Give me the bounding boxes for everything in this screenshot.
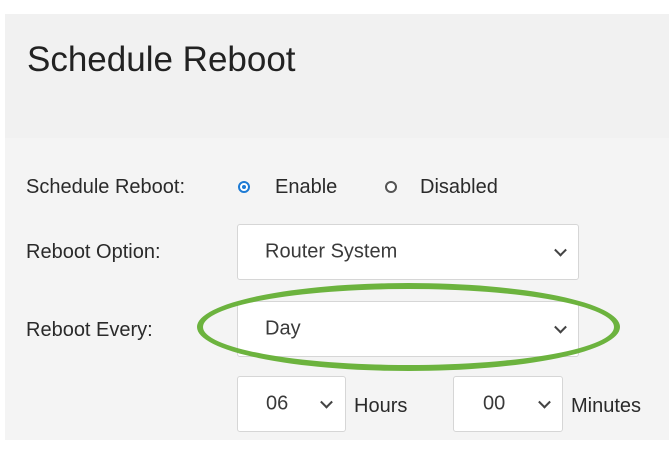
disabled-radio-label: Disabled <box>420 176 498 198</box>
hours-label: Hours <box>354 395 408 417</box>
schedule-reboot-form: Schedule Reboot: Enable Disabled Reboot … <box>5 138 669 440</box>
minutes-value: 00 <box>483 392 506 415</box>
minutes-label: Minutes <box>571 395 642 417</box>
reboot-option-label: Reboot Option: <box>26 241 161 263</box>
chevron-down-icon <box>320 395 333 409</box>
chevron-down-icon <box>554 243 567 257</box>
schedule-reboot-page: Schedule Reboot Schedule Reboot: Enable … <box>0 0 669 454</box>
hours-value: 06 <box>266 392 289 415</box>
chevron-down-icon <box>538 395 551 409</box>
reboot-every-value: Day <box>265 317 301 340</box>
reboot-option-select[interactable]: Router System <box>237 224 579 280</box>
disabled-radio-option[interactable]: Disabled <box>382 174 522 202</box>
reboot-every-label: Reboot Every: <box>26 319 153 341</box>
reboot-every-select[interactable]: Day <box>237 301 579 357</box>
minutes-select[interactable]: 00 <box>453 376 563 432</box>
radio-checked-icon[interactable] <box>238 181 250 193</box>
chevron-down-icon <box>554 320 567 334</box>
hours-select[interactable]: 06 <box>237 376 346 432</box>
schedule-reboot-label: Schedule Reboot: <box>26 176 186 198</box>
page-title: Schedule Reboot <box>27 40 296 79</box>
enable-radio-label: Enable <box>275 176 338 198</box>
page-header: Schedule Reboot <box>5 14 669 138</box>
reboot-option-value: Router System <box>265 240 398 263</box>
radio-unchecked-icon[interactable] <box>385 181 397 193</box>
enable-radio-option[interactable]: Enable <box>235 174 355 202</box>
